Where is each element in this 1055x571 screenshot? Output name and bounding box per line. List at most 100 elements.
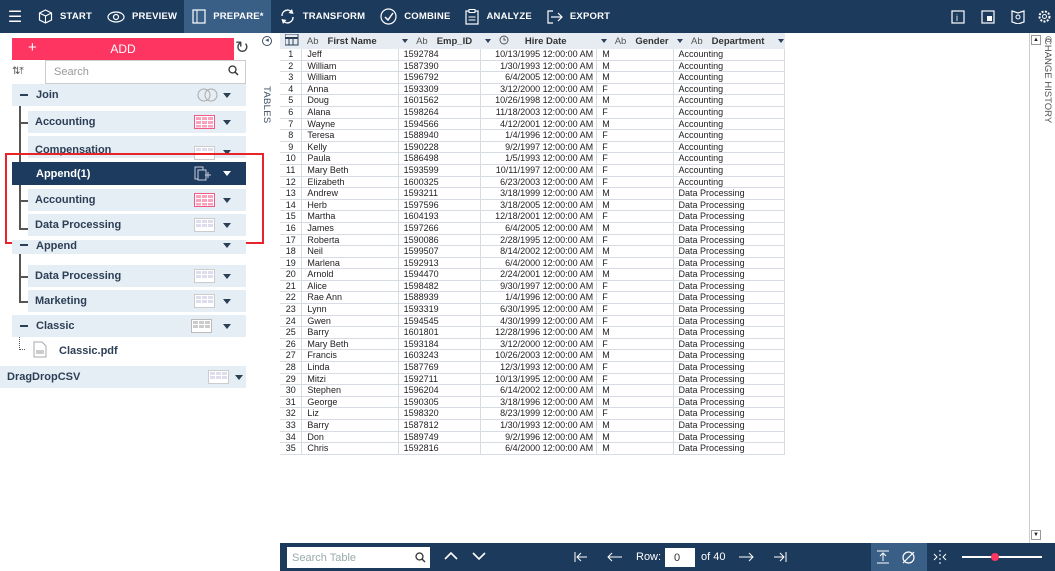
row-number[interactable]: 22 <box>280 291 303 305</box>
table-row[interactable]: 27 Francis 1603243 10/26/2003 12:00:00 AM M D… <box>280 349 785 363</box>
row-number[interactable]: 3 <box>280 71 303 84</box>
table-cell[interactable]: Lynn <box>301 303 399 316</box>
row-number[interactable]: 29 <box>280 373 303 386</box>
table-cell[interactable]: Data Processing <box>673 187 785 200</box>
prev-page-icon[interactable] <box>607 551 623 563</box>
table-cell[interactable]: 8/14/2002 12:00:00 AM <box>480 245 598 258</box>
table-cell[interactable]: Accounting <box>673 164 785 177</box>
search-input[interactable]: Search <box>45 60 246 84</box>
table-cell[interactable]: 1600325 <box>398 176 482 189</box>
table-cell[interactable]: 1597266 <box>398 222 482 235</box>
table-row[interactable]: 35 Chris 1592816 6/4/2000 12:00:00 AM M Data … <box>280 442 785 455</box>
table-cell[interactable]: Roberta <box>301 234 399 247</box>
table-cell[interactable]: Stephen <box>301 384 399 397</box>
column-header[interactable]: Ab Department <box>673 33 785 49</box>
table-cell[interactable]: Data Processing <box>673 280 785 293</box>
table-cell[interactable]: Accounting <box>673 94 785 107</box>
row-number[interactable]: 10 <box>280 152 303 165</box>
table-cell[interactable]: Martha <box>301 210 399 223</box>
expand-panel-icon[interactable]: ⊙ <box>1043 34 1054 48</box>
row-number[interactable]: 13 <box>280 187 303 200</box>
row-number[interactable]: 33 <box>280 419 303 432</box>
chevron-down-icon[interactable] <box>235 375 243 380</box>
table-cell[interactable]: Barry <box>301 326 399 339</box>
table-cell[interactable]: 1593211 <box>398 187 482 200</box>
row-number[interactable]: 27 <box>280 349 303 363</box>
table-cell[interactable]: M <box>596 245 674 258</box>
table-cell[interactable]: Accounting <box>673 118 785 131</box>
table-cell[interactable]: 1590086 <box>398 234 482 247</box>
table-cell[interactable]: Data Processing <box>673 384 785 397</box>
table-cell[interactable]: Accounting <box>673 176 785 189</box>
table-cell[interactable]: F <box>596 280 674 293</box>
table-cell[interactable]: 1592816 <box>398 442 482 455</box>
table-cell[interactable]: 1/30/1993 12:00:00 AM <box>480 419 598 432</box>
table-row[interactable]: 9 Kelly 1590228 9/2/1997 12:00:00 AM F Accoun… <box>280 141 785 154</box>
table-cell[interactable]: 1/30/1993 12:00:00 AM <box>480 60 598 73</box>
table-cell[interactable]: F <box>596 129 674 142</box>
table-row[interactable]: 24 Gwen 1594545 4/30/1999 12:00:00 AM F Data … <box>280 315 785 328</box>
table-cell[interactable]: Data Processing <box>673 291 785 305</box>
row-number[interactable]: 23 <box>280 303 303 316</box>
tree-item-marketing[interactable]: Marketing <box>28 290 246 312</box>
row-number[interactable]: 20 <box>280 268 303 281</box>
table-cell[interactable]: F <box>596 164 674 177</box>
table-cell[interactable]: 1593319 <box>398 303 482 316</box>
row-number[interactable]: 21 <box>280 280 303 293</box>
scroll-up-arrow[interactable]: ▲ <box>1031 35 1041 45</box>
split-icon[interactable] <box>933 550 947 564</box>
table-cell[interactable]: 6/4/2005 12:00:00 AM <box>480 71 598 84</box>
table-row[interactable]: 7 Wayne 1594566 4/12/2001 12:00:00 AM M Accou… <box>280 118 785 131</box>
table-cell[interactable]: 1592711 <box>398 373 482 386</box>
table-cell[interactable]: Marlena <box>301 257 399 270</box>
table-cell[interactable]: 3/12/2000 12:00:00 AM <box>480 83 598 96</box>
table-cell[interactable]: Elizabeth <box>301 176 399 189</box>
table-cell[interactable]: Accounting <box>673 141 785 154</box>
table-cell[interactable]: 9/30/1997 12:00:00 AM <box>480 280 598 293</box>
table-row[interactable]: 26 Mary Beth 1593184 3/12/2000 12:00:00 AM F… <box>280 338 785 351</box>
table-cell[interactable]: Gwen <box>301 315 399 328</box>
table-row[interactable]: 10 Paula 1586498 1/5/1993 12:00:00 AM F Accou… <box>280 152 785 165</box>
row-number[interactable]: 32 <box>280 407 303 420</box>
table-cell[interactable]: Accounting <box>673 60 785 73</box>
table-cell[interactable]: Don <box>301 431 399 444</box>
table-cell[interactable]: 1597596 <box>398 199 482 212</box>
row-number[interactable]: 14 <box>280 199 303 212</box>
column-filter-icon[interactable] <box>484 39 491 43</box>
table-cell[interactable]: Andrew <box>301 187 399 200</box>
table-cell[interactable]: Alana <box>301 106 399 119</box>
table-cell[interactable]: Mary Beth <box>301 164 399 177</box>
chevron-down-icon[interactable] <box>223 93 231 98</box>
column-header[interactable]: Ab Gender <box>596 33 674 49</box>
table-row[interactable]: 14 Herb 1597596 3/18/2005 12:00:00 AM M Data … <box>280 199 785 212</box>
table-row[interactable]: 18 Neil 1599507 8/14/2002 12:00:00 AM M Data … <box>280 245 785 258</box>
table-cell[interactable]: Neil <box>301 245 399 258</box>
table-cell[interactable]: 1587812 <box>398 419 482 432</box>
row-number[interactable]: 12 <box>280 176 303 189</box>
table-row[interactable]: 25 Barry 1601801 12/28/1996 12:00:00 AM M Dat… <box>280 326 785 339</box>
table-cell[interactable]: 1592784 <box>398 49 482 61</box>
table-cell[interactable]: Linda <box>301 361 399 374</box>
table-cell[interactable]: 2/24/2001 12:00:00 AM <box>480 268 598 281</box>
table-cell[interactable]: Alice <box>301 280 399 293</box>
table-cell[interactable]: Arnold <box>301 268 399 281</box>
table-cell[interactable]: 1603243 <box>398 349 482 363</box>
table-cell[interactable]: F <box>596 141 674 154</box>
table-cell[interactable]: Data Processing <box>673 222 785 235</box>
table-cell[interactable]: 2/28/1995 12:00:00 AM <box>480 234 598 247</box>
grid-menu-icon[interactable] <box>280 33 302 49</box>
table-cell[interactable]: F <box>596 361 674 374</box>
table-cell[interactable]: 6/14/2002 12:00:00 AM <box>480 384 598 397</box>
table-cell[interactable]: M <box>596 431 674 444</box>
row-number[interactable]: 4 <box>280 83 303 96</box>
table-cell[interactable]: 1590228 <box>398 141 482 154</box>
table-cell[interactable]: Mary Beth <box>301 338 399 351</box>
table-cell[interactable]: 1590305 <box>398 396 482 409</box>
nav-start[interactable]: START <box>30 0 99 33</box>
table-cell[interactable]: F <box>596 83 674 96</box>
table-cell[interactable]: M <box>596 419 674 432</box>
table-row[interactable]: 23 Lynn 1593319 6/30/1995 12:00:00 AM F Data … <box>280 303 785 316</box>
table-row[interactable]: 30 Stephen 1596204 6/14/2002 12:00:00 AM M Da… <box>280 384 785 397</box>
table-row[interactable]: 19 Marlena 1592913 6/4/2000 12:00:00 AM F Dat… <box>280 257 785 270</box>
table-cell[interactable]: 1596792 <box>398 71 482 84</box>
